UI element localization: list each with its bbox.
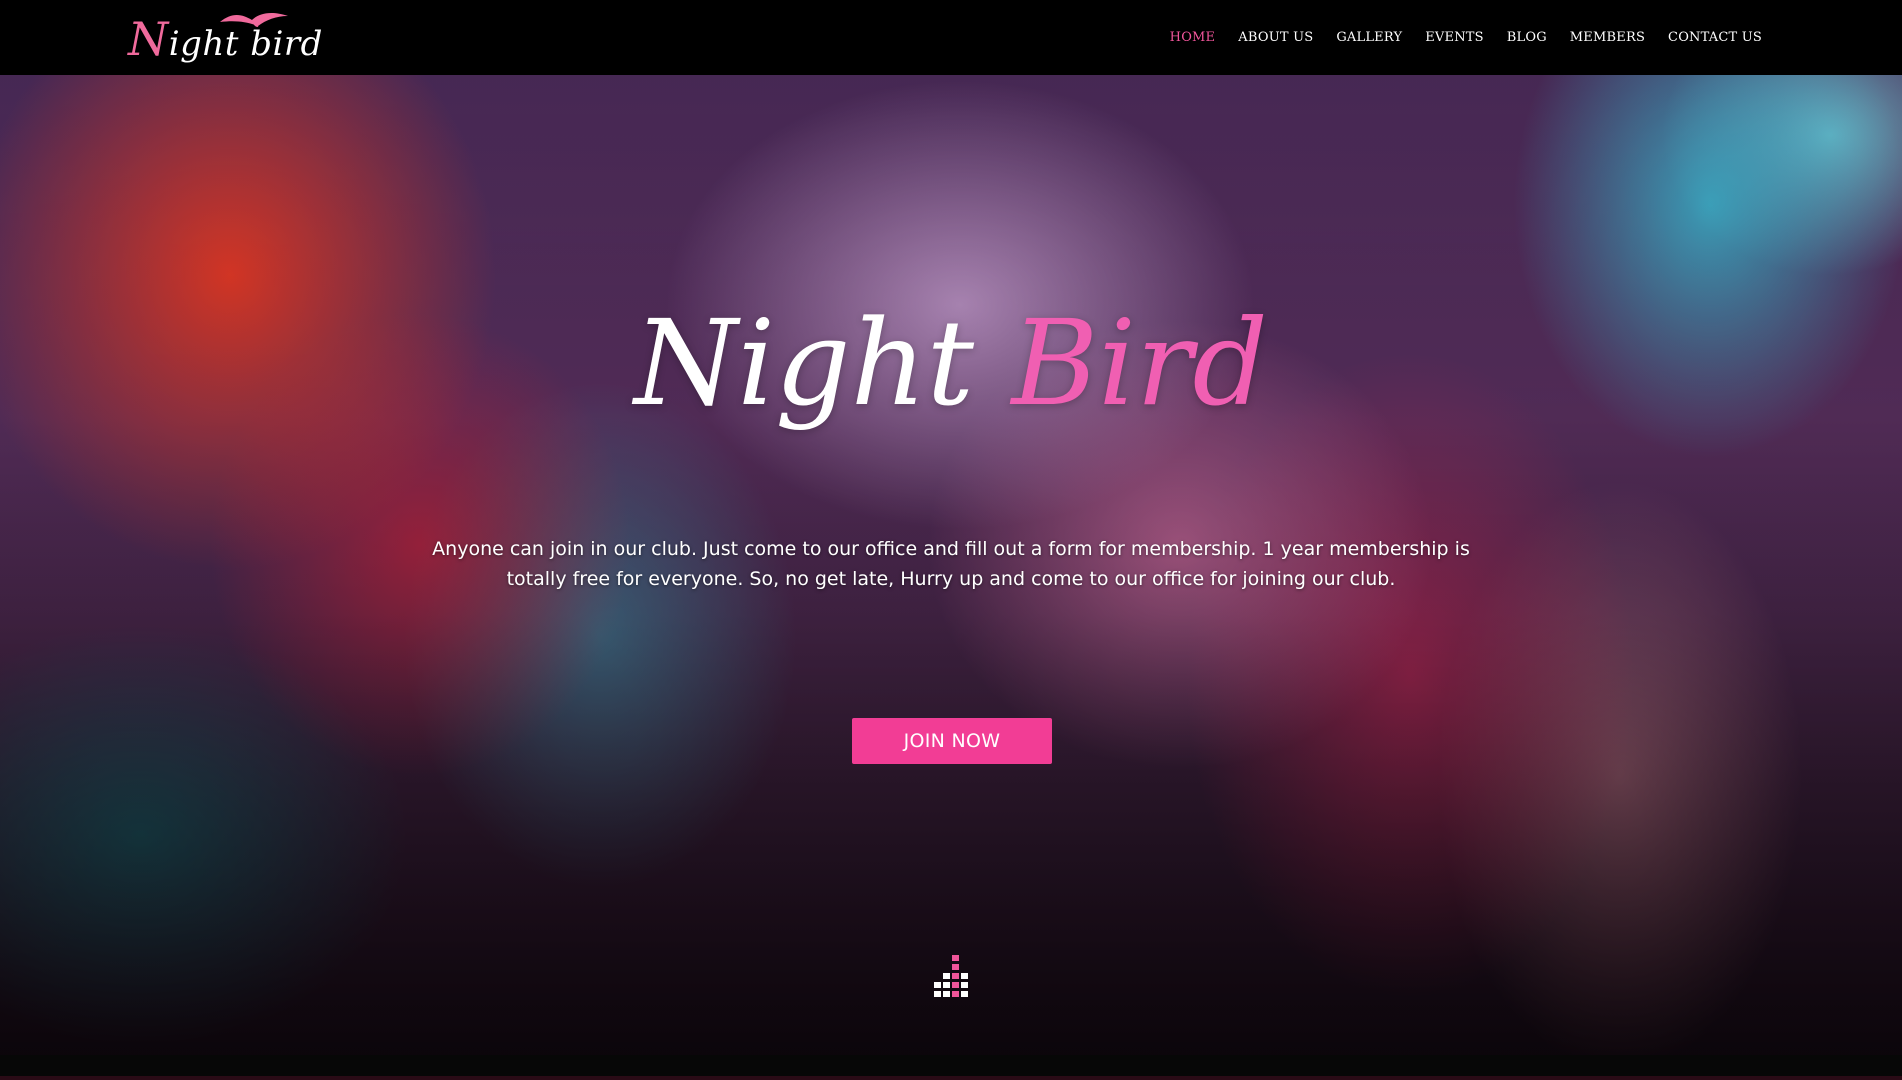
equalizer-icon[interactable] [934,955,974,1005]
nav-gallery[interactable]: GALLERY [1336,30,1402,45]
nav-contact-us[interactable]: CONTACT US [1668,30,1762,45]
hero-title-night: Night [634,294,1012,432]
hero-banner: Night Bird Anyone can join in our club. … [0,75,1902,1055]
page-bottom-divider [0,1076,1902,1080]
nav-home[interactable]: HOME [1170,30,1216,45]
hero-title: Night Bird [0,293,1902,435]
logo-initial: N [128,12,169,66]
hero-title-bird: Bird [1011,294,1268,432]
nav-blog[interactable]: BLOG [1507,30,1547,45]
nav-about-us[interactable]: ABOUT US [1238,30,1313,45]
bird-icon [220,13,288,27]
site-logo[interactable]: Night bird [128,6,322,68]
hero-description: Anyone can join in our club. Just come t… [432,538,1470,590]
top-navbar: Night bird HOME ABOUT US GALLERY EVENTS … [0,0,1902,75]
main-nav: HOME ABOUT US GALLERY EVENTS BLOG MEMBER… [1170,30,1762,45]
nav-members[interactable]: MEMBERS [1570,30,1645,45]
nav-events[interactable]: EVENTS [1425,30,1484,45]
join-now-button[interactable]: JOIN NOW [852,718,1052,764]
